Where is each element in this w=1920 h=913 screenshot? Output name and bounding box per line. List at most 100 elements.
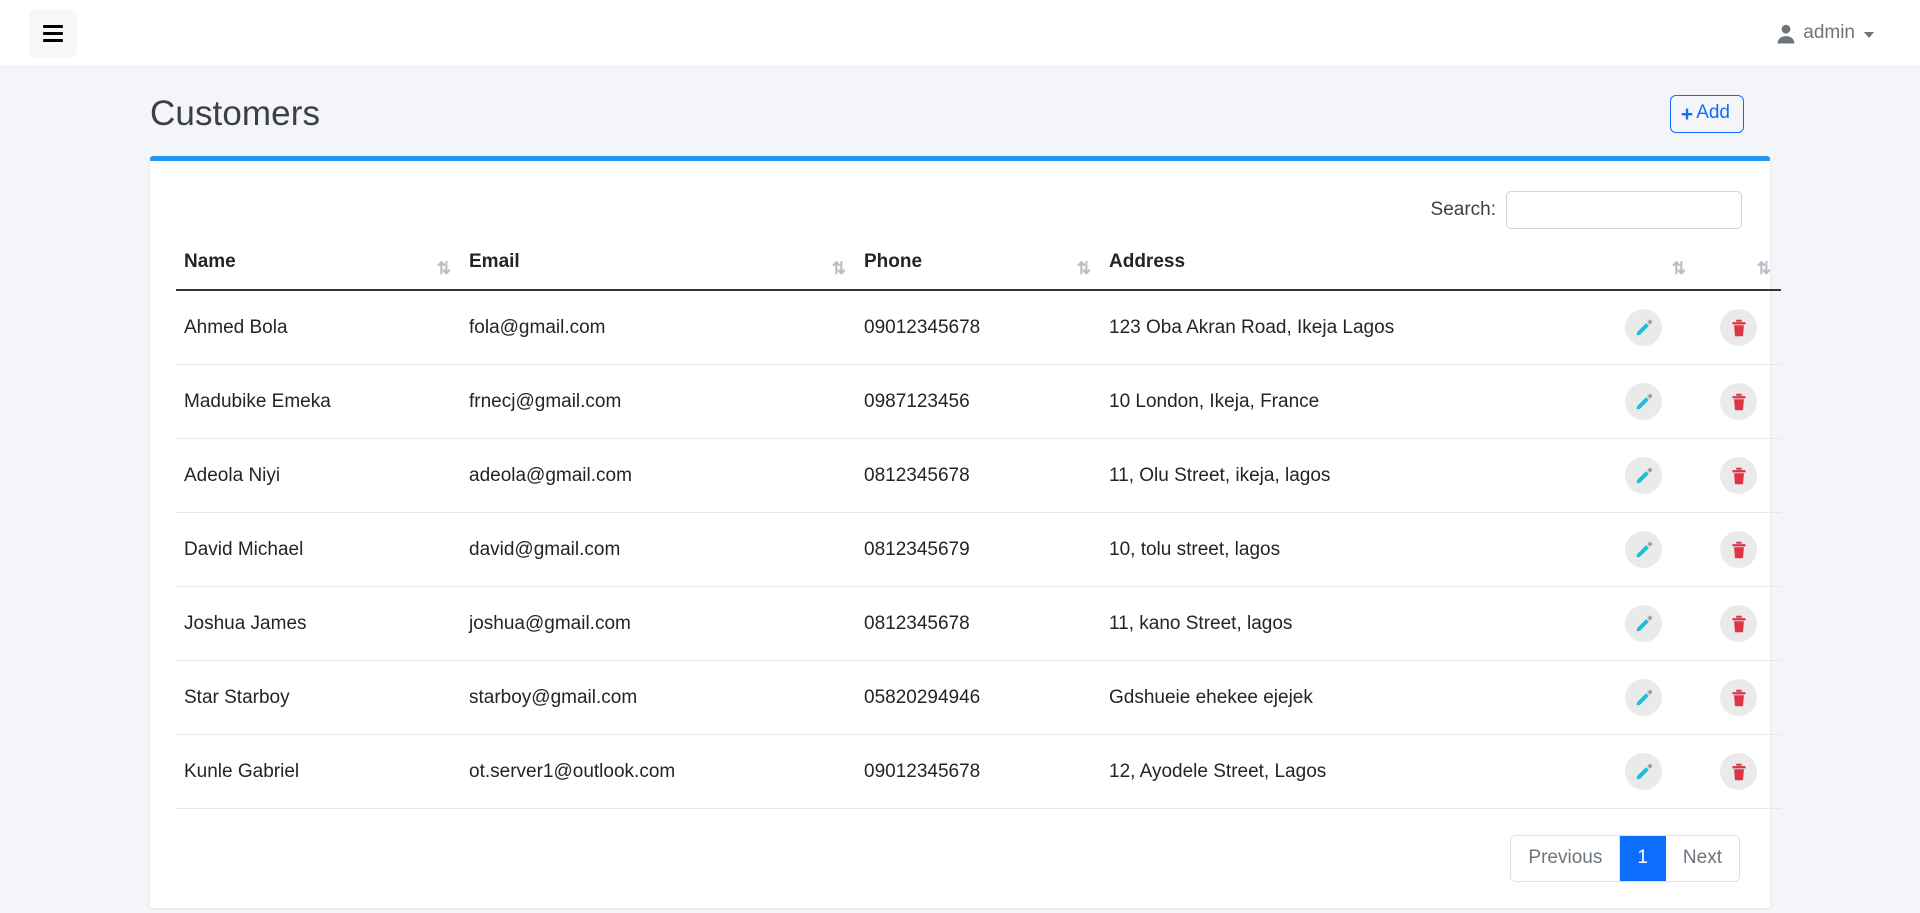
cell-edit: [1591, 660, 1696, 735]
delete-button[interactable]: [1720, 605, 1757, 642]
table-row: Star Starboy starboy@gmail.com 05820294946…: [176, 660, 1781, 735]
cell-email: ot.server1@outlook.com: [461, 734, 856, 809]
sort-icon[interactable]: ⇅: [437, 260, 453, 277]
cell-name: David Michael: [176, 512, 461, 587]
page-title: Customers: [150, 94, 321, 133]
pagination-wrapper: Previous 1 Next: [176, 809, 1744, 886]
cell-phone: 0812345678: [856, 438, 1101, 513]
cell-phone: 0987123456: [856, 364, 1101, 439]
delete-button[interactable]: [1720, 531, 1757, 568]
pagination-next[interactable]: Next: [1665, 836, 1739, 881]
cell-email: adeola@gmail.com: [461, 438, 856, 513]
cell-email: joshua@gmail.com: [461, 586, 856, 661]
table-row: David Michael david@gmail.com 0812345679 10…: [176, 512, 1781, 587]
cell-delete: [1696, 512, 1781, 587]
cell-edit: [1591, 734, 1696, 809]
cell-edit: [1591, 512, 1696, 587]
trash-icon: [1730, 763, 1748, 781]
cell-delete: [1696, 364, 1781, 439]
caret-down-icon: [1864, 31, 1874, 38]
user-dropdown[interactable]: admin: [1776, 22, 1896, 44]
hamburger-icon-bar: [43, 24, 63, 28]
cell-name: Adeola Niyi: [176, 438, 461, 513]
page-content: Customers + Add Search: Name ⇅ Email ⇅ P…: [0, 67, 1920, 908]
hamburger-icon-bar: [43, 31, 63, 35]
cell-address: 12, Ayodele Street, Lagos: [1101, 734, 1591, 809]
cell-name: Ahmed Bola: [176, 290, 461, 365]
delete-button[interactable]: [1720, 383, 1757, 420]
cell-delete: [1696, 586, 1781, 661]
edit-button[interactable]: [1625, 531, 1662, 568]
trash-icon: [1730, 319, 1748, 337]
customers-card: Search: Name ⇅ Email ⇅ Phone ⇅ Address ⇅…: [150, 156, 1781, 908]
pencil-icon: [1635, 393, 1653, 411]
cell-delete: [1696, 438, 1781, 513]
add-customer-button[interactable]: + Add: [1669, 95, 1744, 133]
delete-button[interactable]: [1720, 753, 1757, 790]
delete-button[interactable]: [1720, 457, 1757, 494]
column-label: Email: [469, 251, 520, 272]
edit-button[interactable]: [1625, 605, 1662, 642]
trash-icon: [1730, 615, 1748, 633]
pencil-icon: [1635, 615, 1653, 633]
column-header-delete[interactable]: ⇅: [1696, 245, 1781, 291]
add-button-label: Add: [1696, 102, 1730, 124]
cell-phone: 09012345678: [856, 290, 1101, 365]
column-label: Phone: [864, 251, 923, 272]
user-name-label: admin: [1803, 22, 1855, 43]
pagination-previous[interactable]: Previous: [1511, 836, 1621, 881]
cell-name: Kunle Gabriel: [176, 734, 461, 809]
edit-button[interactable]: [1625, 753, 1662, 790]
pencil-icon: [1635, 319, 1653, 337]
cell-edit: [1591, 438, 1696, 513]
sort-icon[interactable]: ⇅: [1757, 260, 1773, 277]
cell-email: david@gmail.com: [461, 512, 856, 587]
table-row: Madubike Emeka frnecj@gmail.com 0987123456…: [176, 364, 1781, 439]
column-header-name[interactable]: Name ⇅: [176, 245, 461, 291]
table-row: Joshua James joshua@gmail.com 0812345678 11…: [176, 586, 1781, 661]
cell-edit: [1591, 586, 1696, 661]
delete-button[interactable]: [1720, 309, 1757, 346]
trash-icon: [1730, 541, 1748, 559]
sort-icon[interactable]: ⇅: [1672, 260, 1688, 277]
table-row: Ahmed Bola fola@gmail.com 09012345678 123 O…: [176, 290, 1781, 365]
trash-icon: [1730, 467, 1748, 485]
sort-icon[interactable]: ⇅: [1077, 260, 1093, 277]
cell-edit: [1591, 290, 1696, 365]
cell-address: 123 Oba Akran Road, Ikeja Lagos: [1101, 290, 1591, 365]
cell-email: fola@gmail.com: [461, 290, 856, 365]
edit-button[interactable]: [1625, 679, 1662, 716]
pencil-icon: [1635, 763, 1653, 781]
delete-button[interactable]: [1720, 679, 1757, 716]
pagination-page-1[interactable]: 1: [1620, 836, 1666, 881]
edit-button[interactable]: [1625, 309, 1662, 346]
sort-icon[interactable]: ⇅: [832, 260, 848, 277]
cell-delete: [1696, 660, 1781, 735]
top-navbar: admin: [0, 0, 1920, 67]
edit-button[interactable]: [1625, 457, 1662, 494]
search-row: Search:: [176, 181, 1744, 245]
search-input[interactable]: [1506, 191, 1742, 229]
column-header-address[interactable]: Address: [1101, 245, 1591, 291]
table-row: Adeola Niyi adeola@gmail.com 0812345678 11,…: [176, 438, 1781, 513]
pencil-icon: [1635, 467, 1653, 485]
cell-delete: [1696, 734, 1781, 809]
cell-address: Gdshueie ehekee ejejek: [1101, 660, 1591, 735]
pagination: Previous 1 Next: [1510, 835, 1740, 882]
edit-button[interactable]: [1625, 383, 1662, 420]
column-header-email[interactable]: Email ⇅: [461, 245, 856, 291]
cell-address: 10, tolu street, lagos: [1101, 512, 1591, 587]
column-label: Address: [1109, 251, 1186, 272]
cell-edit: [1591, 364, 1696, 439]
column-header-phone[interactable]: Phone ⇅: [856, 245, 1101, 291]
column-header-edit[interactable]: ⇅: [1591, 245, 1696, 291]
cell-email: starboy@gmail.com: [461, 660, 856, 735]
plus-icon: +: [1680, 102, 1694, 126]
trash-icon: [1730, 689, 1748, 707]
cell-delete: [1696, 290, 1781, 365]
cell-name: Madubike Emeka: [176, 364, 461, 439]
customers-table: Name ⇅ Email ⇅ Phone ⇅ Address ⇅ ⇅ Ahmed…: [176, 245, 1781, 809]
cell-phone: 05820294946: [856, 660, 1101, 735]
table-head: Name ⇅ Email ⇅ Phone ⇅ Address ⇅ ⇅: [176, 245, 1781, 291]
hamburger-menu-button[interactable]: [29, 8, 77, 58]
